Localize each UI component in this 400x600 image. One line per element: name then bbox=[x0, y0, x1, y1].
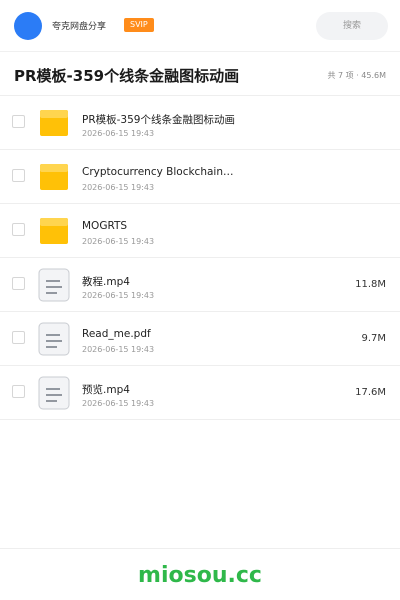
list-item[interactable]: 预览.mp4 2026-06-15 19:43 17.6M bbox=[0, 366, 400, 420]
list-item[interactable]: MOGRTS 2026-06-15 19:43 bbox=[0, 204, 400, 258]
avatar[interactable] bbox=[14, 12, 42, 40]
file-size: 17.6M bbox=[355, 387, 386, 398]
file-date: 2026-06-15 19:43 bbox=[82, 399, 155, 408]
footer: miosou.cc bbox=[0, 548, 400, 600]
brand-watermark: miosou.cc bbox=[138, 563, 262, 588]
list-item[interactable]: Read_me.pdf 2026-06-15 19:43 9.7M bbox=[0, 312, 400, 366]
file-date: 2026-06-15 19:43 bbox=[82, 291, 155, 300]
folder-title-bar: PR模板-359个线条金融图标动画 共 7 项 · 45.6M bbox=[0, 52, 400, 96]
file-name: Cryptocurrency Blockchain… bbox=[82, 166, 234, 178]
select-checkbox[interactable] bbox=[12, 277, 25, 290]
folder-icon bbox=[40, 164, 68, 190]
file-size: 11.8M bbox=[355, 279, 386, 290]
file-date: 2026-06-15 19:43 bbox=[82, 129, 155, 138]
folder-summary: 共 7 项 · 45.6M bbox=[327, 71, 386, 80]
file-name: PR模板-359个线条金融图标动画 bbox=[82, 114, 235, 126]
select-checkbox[interactable] bbox=[12, 115, 25, 128]
file-date: 2026-06-15 19:43 bbox=[82, 345, 155, 354]
file-name: 教程.mp4 bbox=[82, 276, 130, 288]
top-header: 夸克网盘分享 SVIP 搜索 bbox=[0, 0, 400, 52]
select-checkbox[interactable] bbox=[12, 331, 25, 344]
list-item[interactable]: Cryptocurrency Blockchain… 2026-06-15 19… bbox=[0, 150, 400, 204]
select-checkbox[interactable] bbox=[12, 223, 25, 236]
file-name: Read_me.pdf bbox=[82, 328, 151, 340]
svip-badge: SVIP bbox=[124, 18, 154, 32]
file-name: 预览.mp4 bbox=[82, 384, 130, 396]
select-checkbox[interactable] bbox=[12, 169, 25, 182]
folder-icon bbox=[40, 218, 68, 244]
file-icon bbox=[38, 322, 70, 356]
page-title: PR模板-359个线条金融图标动画 bbox=[14, 67, 240, 85]
select-checkbox[interactable] bbox=[12, 385, 25, 398]
file-size: 9.7M bbox=[361, 333, 386, 344]
list-item[interactable]: 教程.mp4 2026-06-15 19:43 11.8M bbox=[0, 258, 400, 312]
file-date: 2026-06-15 19:43 bbox=[82, 183, 155, 192]
list-item[interactable]: PR模板-359个线条金融图标动画 2026-06-15 19:43 bbox=[0, 96, 400, 150]
file-icon bbox=[38, 376, 70, 410]
file-name: MOGRTS bbox=[82, 220, 128, 232]
file-list: PR模板-359个线条金融图标动画 2026-06-15 19:43 Crypt… bbox=[0, 96, 400, 420]
search-input[interactable]: 搜索 bbox=[316, 12, 388, 40]
file-date: 2026-06-15 19:43 bbox=[82, 237, 155, 246]
app-name: 夸克网盘分享 bbox=[52, 22, 107, 32]
file-icon bbox=[38, 268, 70, 302]
folder-icon bbox=[40, 110, 68, 136]
